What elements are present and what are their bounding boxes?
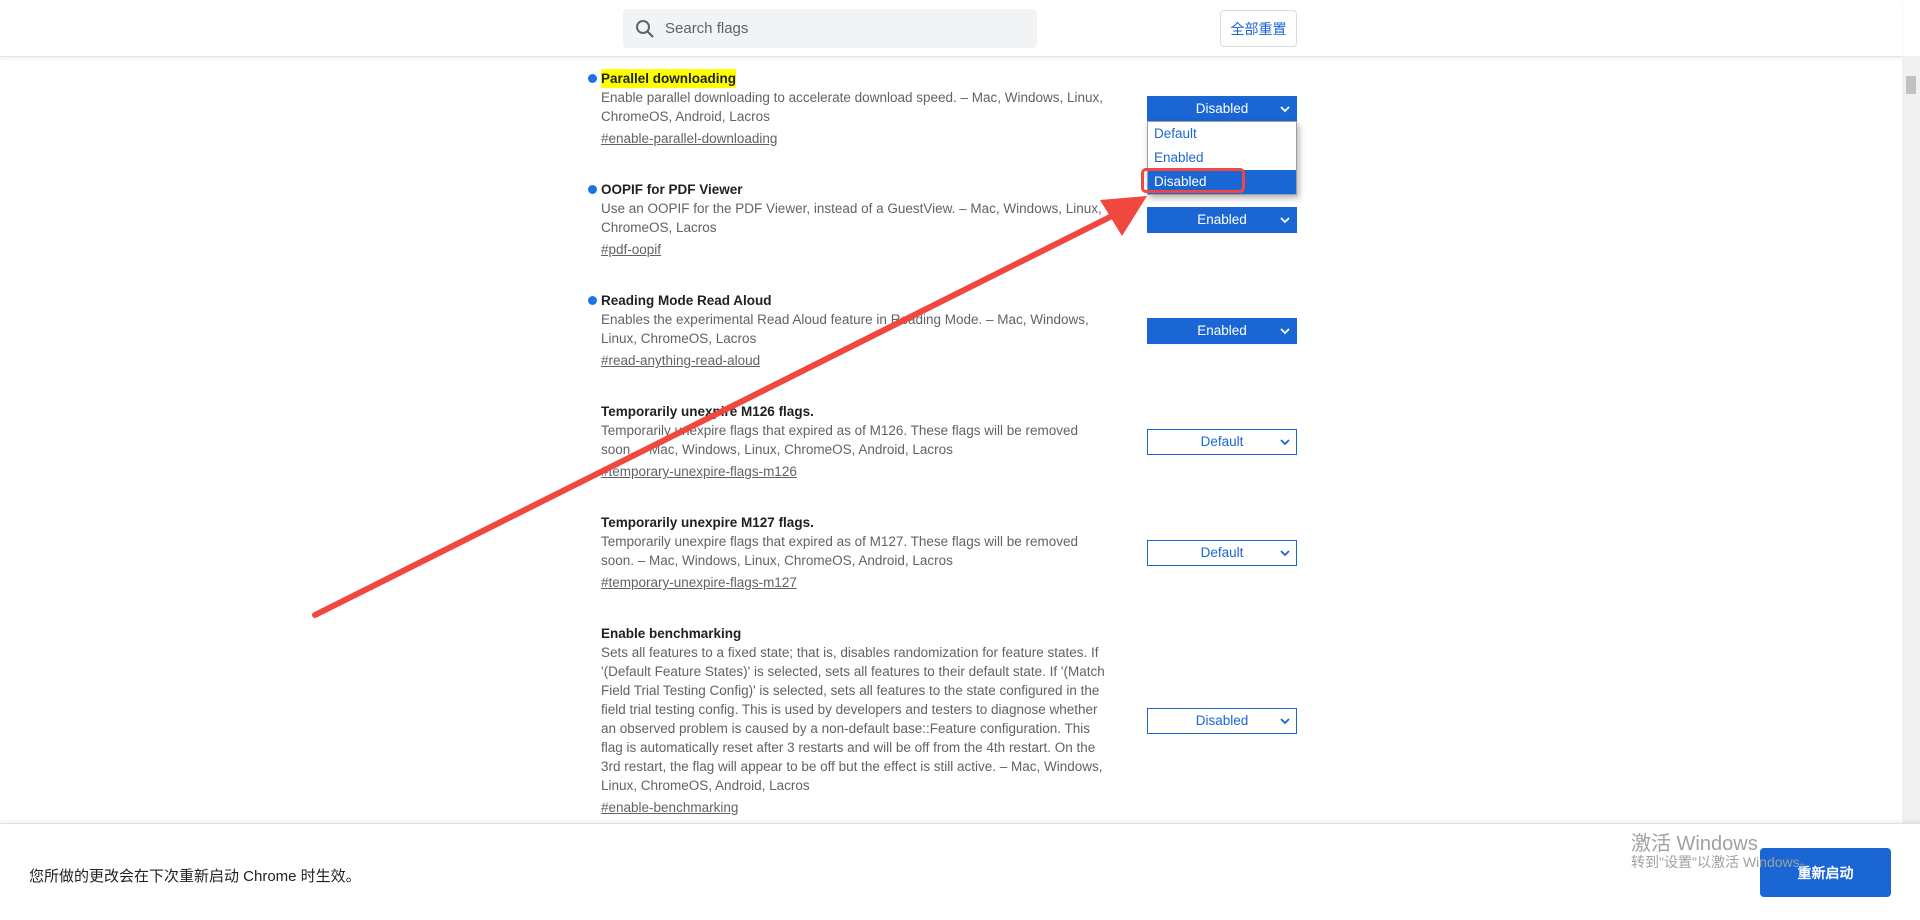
- flag-select-value: Default: [1200, 545, 1244, 560]
- flag-item: Reading Mode Read Aloud Enables the exper…: [588, 291, 1297, 370]
- flag-text: Parallel downloading Enable parallel down…: [588, 69, 1111, 148]
- flag-link[interactable]: #temporary-unexpire-flags-m126: [601, 462, 797, 481]
- flag-description: Enables the experimental Read Aloud feat…: [601, 312, 1089, 346]
- annotation-highlight-box: [1141, 168, 1245, 193]
- flag-link[interactable]: #pdf-oopif: [601, 240, 661, 259]
- flag-select[interactable]: Enabled: [1147, 206, 1297, 233]
- flag-description: Temporarily unexpire flags that expired …: [601, 423, 1078, 457]
- flag-title-text: Enable benchmarking: [601, 626, 742, 641]
- flag-select[interactable]: Disabled: [1147, 95, 1297, 122]
- search-input[interactable]: [663, 19, 1007, 38]
- flag-select[interactable]: Default: [1147, 428, 1297, 455]
- flag-title: Temporarily unexpire M126 flags.: [601, 402, 814, 421]
- chevron-down-icon: [1280, 713, 1290, 732]
- header: 全部重置: [0, 0, 1902, 57]
- flag-select[interactable]: Disabled: [1147, 707, 1297, 734]
- modified-indicator-icon: [588, 296, 597, 305]
- flag-text: OOPIF for PDF Viewer Use an OOPIF for the…: [588, 180, 1111, 259]
- flag-select-value: Disabled: [1195, 101, 1249, 116]
- scrollbar-thumb[interactable]: [1906, 76, 1916, 94]
- flag-title: Parallel downloading: [588, 69, 737, 88]
- flag-text: Enable benchmarking Sets all features to …: [601, 624, 1111, 817]
- flag-link[interactable]: #enable-benchmarking: [601, 798, 738, 817]
- modified-indicator-icon: [588, 74, 597, 83]
- chevron-down-icon: [1280, 212, 1290, 231]
- flag-description: Sets all features to a fixed state; that…: [601, 645, 1105, 793]
- flag-select-value: Enabled: [1197, 212, 1247, 227]
- flag-select-value: Default: [1200, 434, 1244, 449]
- flag-item: Temporarily unexpire M127 flags. Temporar…: [601, 513, 1297, 592]
- flag-description: Enable parallel downloading to accelerat…: [601, 90, 1104, 124]
- flag-title-text: Parallel downloading: [601, 71, 737, 86]
- search-box[interactable]: [623, 9, 1037, 48]
- flag-link[interactable]: #enable-parallel-downloading: [601, 129, 777, 148]
- flag-title: Reading Mode Read Aloud: [588, 291, 772, 310]
- flag-title-text: OOPIF for PDF Viewer: [601, 182, 743, 197]
- flag-link[interactable]: #read-anything-read-aloud: [601, 351, 760, 370]
- restart-footer: 您所做的更改会在下次重新启动 Chrome 时生效。 激活 Windows 转到…: [0, 823, 1920, 920]
- flag-item: Enable benchmarking Sets all features to …: [601, 624, 1297, 817]
- option-enabled[interactable]: Enabled: [1148, 146, 1296, 170]
- flag-link[interactable]: #temporary-unexpire-flags-m127: [601, 573, 797, 592]
- scrollbar[interactable]: [1902, 56, 1920, 823]
- flag-item: Temporarily unexpire M126 flags. Temporar…: [601, 402, 1297, 481]
- option-default[interactable]: Default: [1148, 122, 1296, 146]
- chevron-down-icon: [1280, 434, 1290, 453]
- flag-text: Reading Mode Read Aloud Enables the exper…: [588, 291, 1111, 370]
- flag-text: Temporarily unexpire M127 flags. Temporar…: [601, 513, 1111, 592]
- flag-title-text: Temporarily unexpire M127 flags.: [601, 515, 814, 530]
- chevron-down-icon: [1280, 323, 1290, 342]
- flag-description: Use an OOPIF for the PDF Viewer, instead…: [601, 201, 1102, 235]
- flag-select-value: Enabled: [1197, 323, 1247, 338]
- flag-title-text: Reading Mode Read Aloud: [601, 293, 772, 308]
- flag-description: Temporarily unexpire flags that expired …: [601, 534, 1078, 568]
- reset-all-button[interactable]: 全部重置: [1220, 10, 1297, 47]
- flag-title: Temporarily unexpire M127 flags.: [601, 513, 814, 532]
- flag-text: Temporarily unexpire M126 flags. Temporar…: [601, 402, 1111, 481]
- chevron-down-icon: [1280, 545, 1290, 564]
- modified-indicator-icon: [588, 185, 597, 194]
- flag-select[interactable]: Default: [1147, 539, 1297, 566]
- flag-title: OOPIF for PDF Viewer: [588, 180, 743, 199]
- flag-title: Enable benchmarking: [601, 624, 741, 643]
- flag-select-value: Disabled: [1195, 713, 1249, 728]
- flag-title-text: Temporarily unexpire M126 flags.: [601, 404, 814, 419]
- flag-select[interactable]: Enabled: [1147, 317, 1297, 344]
- chevron-down-icon: [1280, 101, 1290, 120]
- activation-watermark-subtitle: 转到"设置"以激活 Windows。: [1631, 854, 1814, 870]
- search-icon: [636, 19, 654, 38]
- restart-message: 您所做的更改会在下次重新启动 Chrome 时生效。: [29, 868, 361, 885]
